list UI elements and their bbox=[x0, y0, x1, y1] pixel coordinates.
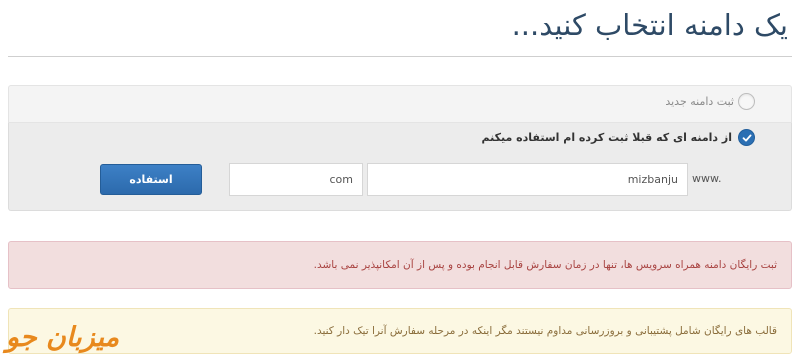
page-title: یک دامنه انتخاب کنید... bbox=[511, 8, 788, 42]
domain-name-input[interactable] bbox=[367, 163, 688, 196]
www-prefix: www. bbox=[692, 172, 722, 185]
brand-watermark-logo: میزبان جو bbox=[6, 324, 119, 351]
new-domain-label[interactable]: ثبت دامنه جدید bbox=[665, 95, 734, 108]
domain-tld-input[interactable] bbox=[229, 163, 363, 196]
new-domain-radio[interactable] bbox=[738, 93, 755, 110]
existing-domain-label[interactable]: از دامنه ای که قبلا ثبت کرده ام استفاده … bbox=[482, 131, 732, 144]
brand-watermark-text: میزبان جو bbox=[6, 322, 120, 353]
free-domain-alert-text: ثبت رایگان دامنه همراه سرویس ها، تنها در… bbox=[313, 259, 777, 271]
use-domain-button[interactable]: استفاده bbox=[100, 164, 202, 195]
new-domain-option[interactable]: ثبت دامنه جدید bbox=[8, 85, 792, 123]
existing-domain-option[interactable]: از دامنه ای که قبلا ثبت کرده ام استفاده … bbox=[8, 123, 792, 211]
free-domain-alert: ثبت رایگان دامنه همراه سرویس ها، تنها در… bbox=[8, 241, 792, 289]
existing-domain-radio[interactable] bbox=[738, 129, 755, 146]
free-template-alert-text: قالب های رایگان شامل پشتیبانی و بروزرسان… bbox=[313, 325, 777, 337]
title-divider bbox=[8, 56, 792, 57]
check-icon bbox=[742, 134, 752, 142]
free-template-alert: قالب های رایگان شامل پشتیبانی و بروزرسان… bbox=[8, 308, 792, 354]
